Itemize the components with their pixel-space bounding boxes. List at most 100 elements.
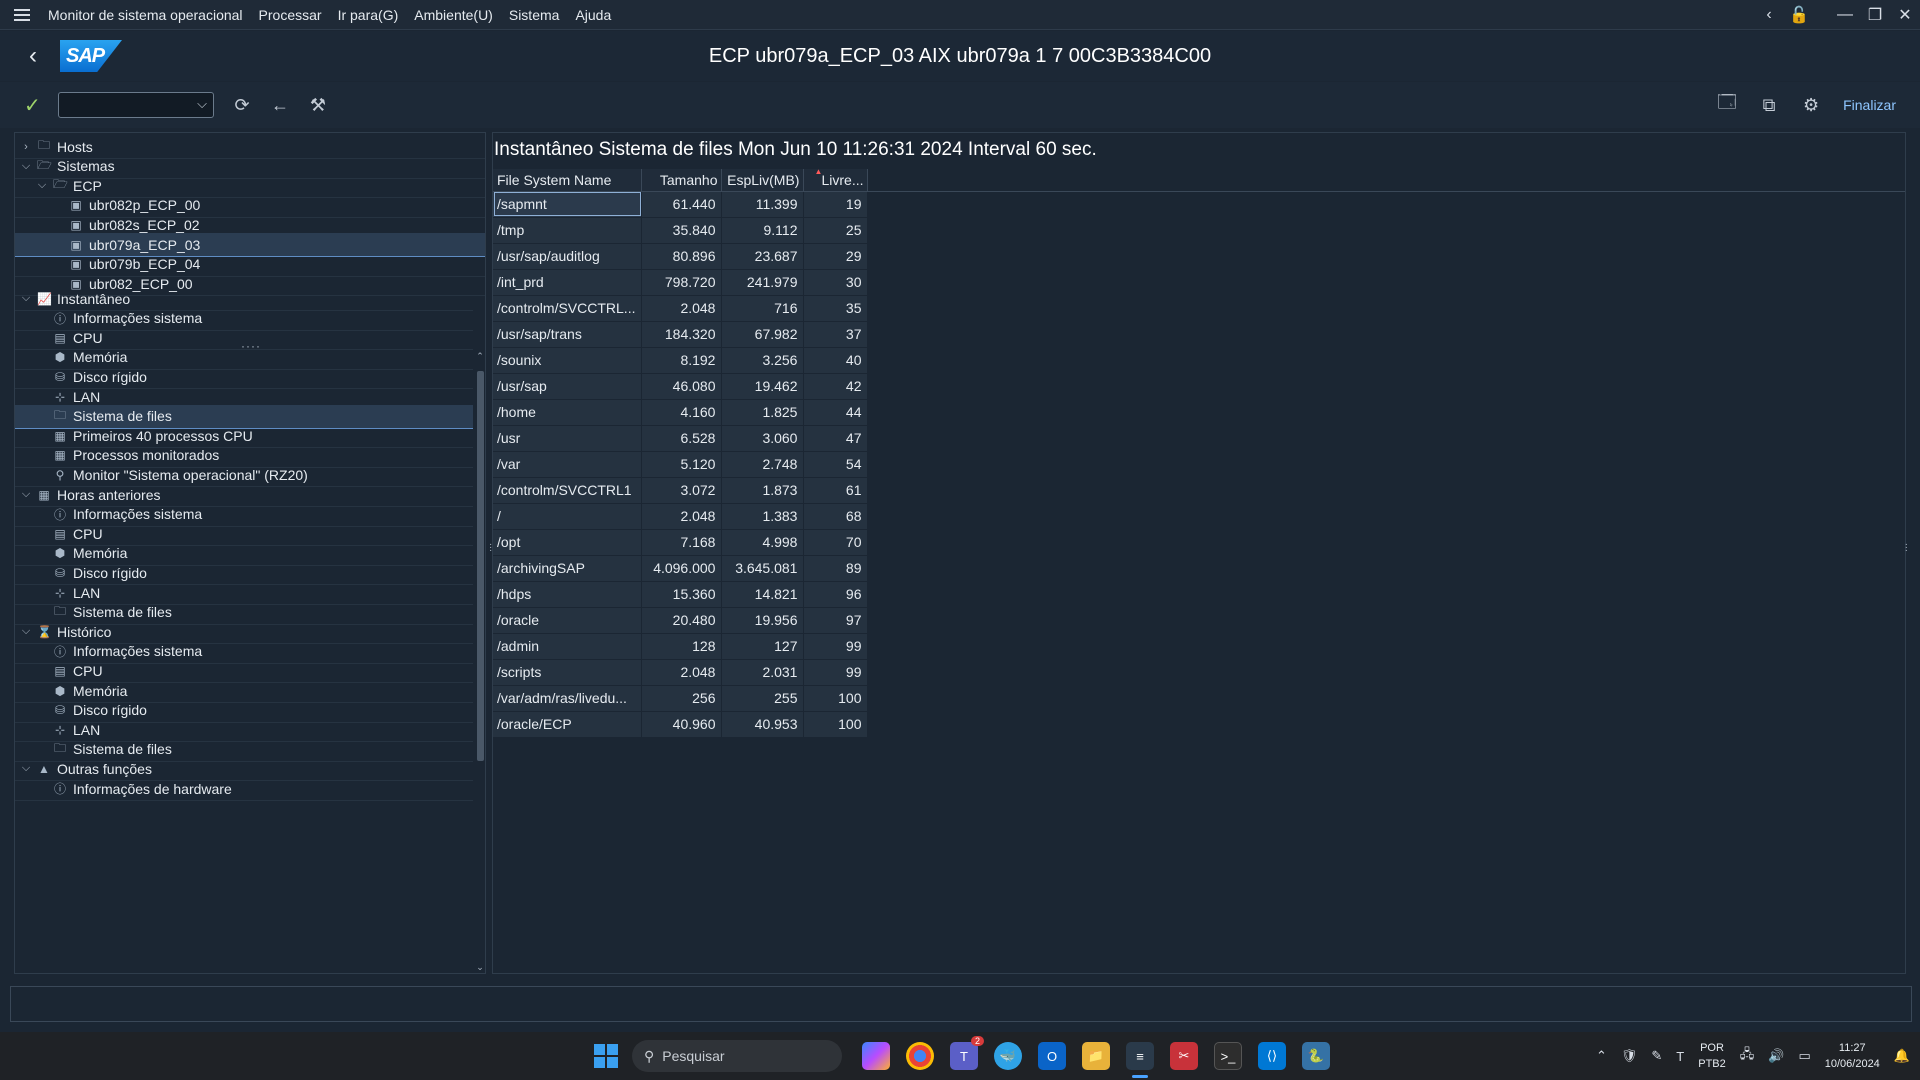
menu-ambiente[interactable]: Ambiente(U) xyxy=(414,7,493,23)
arrow-left-icon[interactable]: ← xyxy=(270,95,290,116)
cell-filesystem-name[interactable]: /oracle xyxy=(493,607,643,634)
table-row[interactable]: /usr/sap/auditlog 80.896 23.687 29 xyxy=(493,243,869,270)
scroll-down-icon[interactable]: ⌄ xyxy=(474,962,486,973)
cell-free-pct[interactable]: 19 xyxy=(803,191,869,218)
table-row[interactable]: /usr/sap/trans 184.320 67.982 37 xyxy=(493,321,869,348)
cell-filesystem-name[interactable]: /usr/sap/trans xyxy=(493,321,643,348)
table-row[interactable]: /usr/sap 46.080 19.462 42 xyxy=(493,373,869,400)
column-header-free-pct[interactable]: ▲ Livre... xyxy=(803,167,869,192)
python-icon[interactable]: 🐍 xyxy=(1302,1042,1330,1070)
cell-size[interactable]: 8.192 xyxy=(641,347,723,374)
table-row[interactable]: /scripts 2.048 2.031 99 xyxy=(493,659,869,686)
tools-icon[interactable]: ⚒ xyxy=(308,95,328,116)
cell-free-mb[interactable]: 19.462 xyxy=(721,373,805,400)
column-header-size[interactable]: Tamanho xyxy=(641,169,723,192)
cell-free-mb[interactable]: 241.979 xyxy=(721,269,805,296)
cell-free-mb[interactable]: 3.256 xyxy=(721,347,805,374)
cell-free-pct[interactable]: 47 xyxy=(803,425,869,452)
cell-size[interactable]: 61.440 xyxy=(641,191,723,218)
table-row[interactable]: /oracle/ECP 40.960 40.953 100 xyxy=(493,711,869,738)
cell-free-pct[interactable]: 44 xyxy=(803,399,869,426)
finalizar-button[interactable]: Finalizar xyxy=(1843,97,1896,113)
file-explorer-icon[interactable]: 📁 xyxy=(1082,1042,1110,1070)
cell-filesystem-name[interactable]: /admin xyxy=(493,633,643,660)
cell-free-mb[interactable]: 2.031 xyxy=(721,659,805,686)
notification-bell-icon[interactable]: 🔔 xyxy=(1894,1048,1910,1064)
resize-handle-icon[interactable]: · · · xyxy=(489,540,492,556)
expand-chevron-down-icon[interactable]: ⌵ xyxy=(19,488,33,501)
cell-filesystem-name[interactable]: /archivingSAP xyxy=(493,555,643,582)
windows-start-icon[interactable] xyxy=(594,1044,618,1068)
cell-free-mb[interactable]: 255 xyxy=(721,685,805,712)
cell-size[interactable]: 80.896 xyxy=(641,243,723,270)
table-row[interactable]: /controlm/SVCCTRL... 2.048 716 35 xyxy=(493,295,869,322)
new-window-icon[interactable]: ⧉ xyxy=(1759,95,1779,116)
menu-processar[interactable]: Processar xyxy=(259,7,322,23)
scroll-up-icon[interactable]: ⌃ xyxy=(474,351,486,362)
cell-free-pct[interactable]: 68 xyxy=(803,503,869,530)
cell-filesystem-name[interactable]: /usr/sap/auditlog xyxy=(493,243,643,270)
cell-filesystem-name[interactable]: /controlm/SVCCTRL... xyxy=(493,295,643,322)
cell-free-pct[interactable]: 100 xyxy=(803,685,869,712)
cell-size[interactable]: 128 xyxy=(641,633,723,660)
settings-gear-icon[interactable]: ⚙ xyxy=(1801,95,1821,116)
cell-size[interactable]: 20.480 xyxy=(641,607,723,634)
refresh-icon[interactable]: ⟳ xyxy=(232,95,252,116)
table-row[interactable]: /sounix 8.192 3.256 40 xyxy=(493,347,869,374)
chevron-left-icon[interactable]: ‹ xyxy=(1754,0,1784,30)
cell-filesystem-name[interactable]: /scripts xyxy=(493,659,643,686)
table-row[interactable]: /opt 7.168 4.998 70 xyxy=(493,529,869,556)
defender-icon[interactable]: 🛡 xyxy=(1621,1048,1638,1064)
cell-free-mb[interactable]: 67.982 xyxy=(721,321,805,348)
menu-sistema[interactable]: Sistema xyxy=(509,7,560,23)
cell-free-pct[interactable]: 42 xyxy=(803,373,869,400)
table-row[interactable]: /controlm/SVCCTRL1 3.072 1.873 61 xyxy=(493,477,869,504)
cell-size[interactable]: 256 xyxy=(641,685,723,712)
back-button[interactable]: ‹ xyxy=(18,42,48,70)
cell-free-mb[interactable]: 2.748 xyxy=(721,451,805,478)
cell-filesystem-name[interactable]: /hdps xyxy=(493,581,643,608)
command-field[interactable]: ⌵ xyxy=(58,92,214,118)
clock[interactable]: 11:27 10/06/2024 xyxy=(1825,1040,1880,1072)
sap-gui-icon[interactable]: ≡ xyxy=(1126,1042,1154,1078)
table-row[interactable]: /var 5.120 2.748 54 xyxy=(493,451,869,478)
cell-free-pct[interactable]: 89 xyxy=(803,555,869,582)
cell-free-mb[interactable]: 3.645.081 xyxy=(721,555,805,582)
expand-chevron-down-icon[interactable]: ⌵ xyxy=(35,179,49,192)
table-row[interactable]: /tmp 35.840 9.112 25 xyxy=(493,217,869,244)
cell-free-mb[interactable]: 23.687 xyxy=(721,243,805,270)
menu-ajuda[interactable]: Ajuda xyxy=(575,7,611,23)
cell-free-pct[interactable]: 96 xyxy=(803,581,869,608)
table-row[interactable]: /home 4.160 1.825 44 xyxy=(493,399,869,426)
cell-free-mb[interactable]: 11.399 xyxy=(721,191,805,218)
cell-free-pct[interactable]: 25 xyxy=(803,217,869,244)
cell-size[interactable]: 2.048 xyxy=(641,659,723,686)
expand-chevron-down-icon[interactable]: ⌵ xyxy=(19,625,33,638)
cell-filesystem-name[interactable]: /var/adm/ras/livedu... xyxy=(493,685,643,712)
chevron-down-icon[interactable]: ⌵ xyxy=(197,96,207,112)
cell-size[interactable]: 3.072 xyxy=(641,477,723,504)
minimize-icon[interactable]: — xyxy=(1830,0,1860,30)
table-row[interactable]: /admin 128 127 99 xyxy=(493,633,869,660)
cell-size[interactable]: 7.168 xyxy=(641,529,723,556)
cell-filesystem-name[interactable]: /controlm/SVCCTRL1 xyxy=(493,477,643,504)
outlook-icon[interactable]: O xyxy=(1038,1042,1066,1070)
close-icon[interactable]: ✕ xyxy=(1890,0,1920,30)
cell-free-mb[interactable]: 3.060 xyxy=(721,425,805,452)
snipping-tool-icon[interactable]: ✂ xyxy=(1170,1042,1198,1070)
cell-free-pct[interactable]: 99 xyxy=(803,633,869,660)
hamburger-menu-icon[interactable] xyxy=(14,0,38,30)
chevron-up-icon[interactable]: ⌃ xyxy=(1596,1048,1607,1064)
cell-free-mb[interactable]: 9.112 xyxy=(721,217,805,244)
tree-scrollbar[interactable]: ⌃ ⌄ xyxy=(474,351,486,973)
terminal-icon[interactable]: >_ xyxy=(1214,1042,1242,1070)
cell-free-mb[interactable]: 1.383 xyxy=(721,503,805,530)
cell-size[interactable]: 40.960 xyxy=(641,711,723,738)
cell-free-mb[interactable]: 14.821 xyxy=(721,581,805,608)
vscode-icon[interactable]: ⟨⟩ xyxy=(1258,1042,1286,1070)
pen-icon[interactable]: ✎ xyxy=(1651,1048,1662,1064)
expand-chevron-down-icon[interactable]: ⌵ xyxy=(19,160,33,173)
cell-free-mb[interactable]: 19.956 xyxy=(721,607,805,634)
cell-filesystem-name[interactable]: /sapmnt xyxy=(493,191,643,218)
table-row[interactable]: /hdps 15.360 14.821 96 xyxy=(493,581,869,608)
